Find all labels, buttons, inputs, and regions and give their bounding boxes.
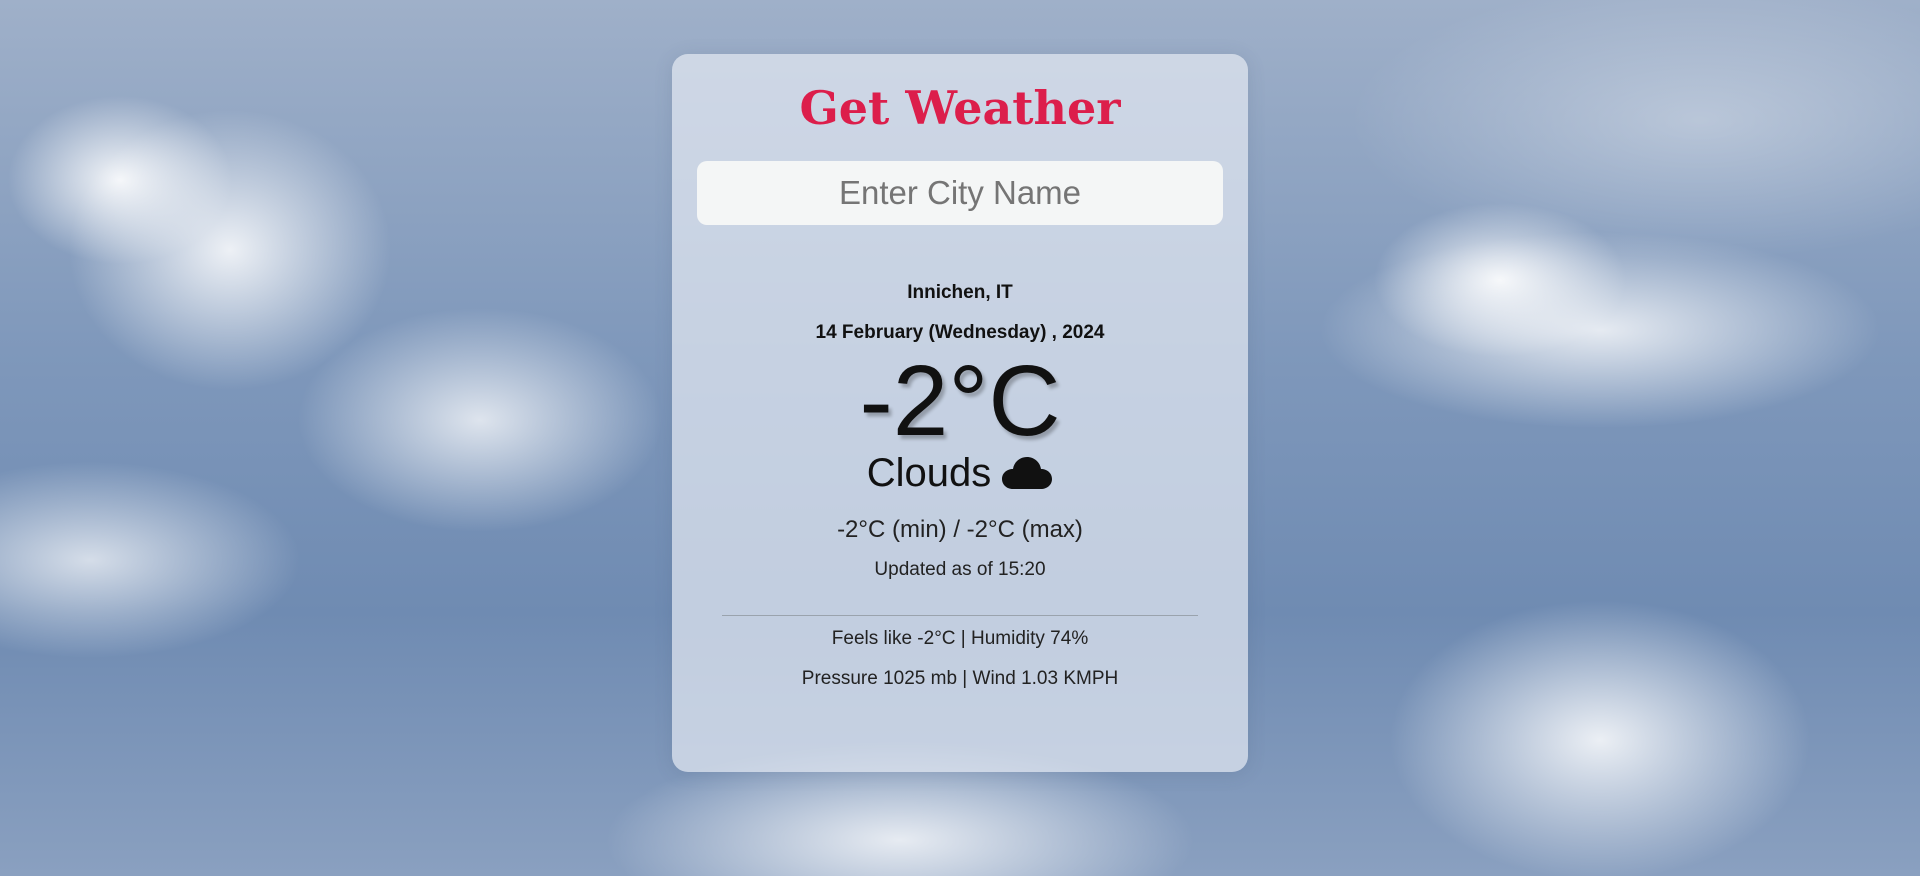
condition-label: Clouds xyxy=(866,451,992,495)
weather-card: Get Weather Innichen, IT 14 February (We… xyxy=(672,54,1248,772)
date-label: 14 February (Wednesday) , 2024 xyxy=(815,322,1105,343)
updated-time: Updated as of 15:20 xyxy=(874,559,1046,580)
pressure-wind: Pressure 1025 mb | Wind 1.03 KMPH xyxy=(801,668,1119,689)
current-temperature: -2°C xyxy=(859,345,1061,457)
cloud-icon xyxy=(1001,455,1053,491)
min-max-temperature: -2°C (min) / -2°C (max) xyxy=(837,516,1083,543)
location-label: Innichen, IT xyxy=(907,282,1013,303)
app-title: Get Weather xyxy=(799,81,1121,135)
divider xyxy=(722,615,1198,616)
weather-condition: Clouds xyxy=(672,448,1248,498)
city-search-input[interactable] xyxy=(697,161,1223,225)
feels-like-humidity: Feels like -2°C | Humidity 74% xyxy=(831,628,1089,649)
